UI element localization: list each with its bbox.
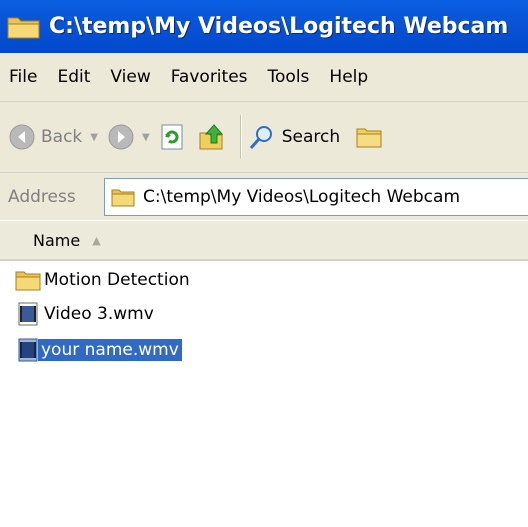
search-label: Search	[281, 127, 341, 147]
window-title: C:\temp\My Videos\Logitech Webcam	[49, 14, 509, 39]
refresh-button[interactable]	[160, 124, 184, 150]
file-name: your name.wmv	[38, 339, 182, 361]
list-item-folder[interactable]: Motion Detection	[15, 265, 193, 295]
forward-dropdown-icon[interactable]: ▼	[142, 132, 150, 143]
video-file-icon	[18, 302, 38, 326]
toolbar-separator	[239, 115, 242, 159]
file-list: Motion Detection Video 3.wmv your name.w…	[0, 261, 528, 527]
address-field[interactable]: C:\temp\My Videos\Logitech Webcam	[104, 178, 528, 216]
menu-view[interactable]: View	[100, 67, 160, 87]
back-label: Back	[41, 127, 83, 147]
up-folder-button[interactable]	[198, 123, 226, 151]
menu-bar: File Edit View Favorites Tools Help	[0, 53, 528, 102]
menu-file[interactable]: File	[0, 67, 47, 87]
name-column-header[interactable]: Name	[33, 231, 80, 250]
forward-arrow-icon	[108, 124, 134, 150]
up-folder-icon	[199, 124, 223, 150]
file-name: Video 3.wmv	[44, 304, 154, 324]
menu-help[interactable]: Help	[319, 67, 378, 87]
list-item-video-selected[interactable]: your name.wmv	[15, 335, 182, 365]
folders-icon	[356, 128, 382, 148]
refresh-page-icon	[161, 124, 183, 150]
address-bar: Address C:\temp\My Videos\Logitech Webca…	[0, 173, 528, 220]
video-file-icon	[18, 338, 38, 362]
address-value: C:\temp\My Videos\Logitech Webcam	[143, 187, 460, 207]
search-button[interactable]: Search	[248, 123, 340, 151]
back-button[interactable]: Back	[9, 124, 82, 150]
search-icon	[249, 126, 272, 149]
toolbar: Back ▼ ▼ Search	[0, 102, 528, 173]
explorer-window: C:\temp\My Videos\Logitech Webcam File E…	[0, 0, 528, 527]
back-dropdown-icon[interactable]: ▼	[90, 132, 98, 143]
forward-button[interactable]	[108, 124, 134, 150]
sort-ascending-icon: ▲	[92, 233, 101, 247]
back-arrow-icon	[9, 124, 35, 150]
title-bar[interactable]: C:\temp\My Videos\Logitech Webcam	[0, 0, 528, 53]
menu-favorites[interactable]: Favorites	[161, 67, 258, 87]
menu-tools[interactable]: Tools	[258, 67, 320, 87]
folder-icon	[15, 271, 41, 291]
list-item-video[interactable]: Video 3.wmv	[15, 299, 157, 329]
file-name: Motion Detection	[44, 270, 190, 290]
folders-button[interactable]	[356, 125, 382, 149]
folder-icon	[111, 189, 135, 207]
address-label: Address	[8, 186, 76, 207]
folder-icon	[7, 17, 40, 38]
column-header: Name ▲	[0, 221, 528, 261]
menu-edit[interactable]: Edit	[47, 67, 100, 87]
